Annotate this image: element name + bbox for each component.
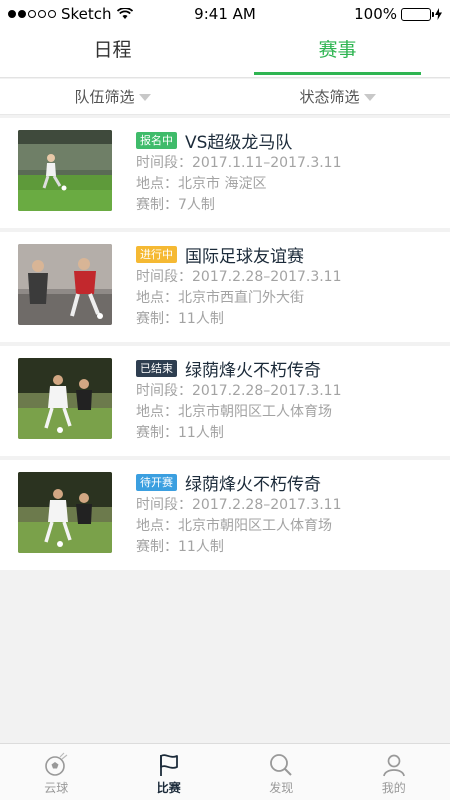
status-filter-label: 状态筛选 xyxy=(299,88,360,106)
status-right: 100% xyxy=(354,5,442,23)
search-icon xyxy=(225,752,338,778)
battery-icon xyxy=(401,7,434,21)
tab-schedule[interactable]: 日程 xyxy=(0,28,225,77)
tab-events[interactable]: 赛事 xyxy=(225,28,450,77)
event-period: 时间段：2017.2.28–2017.3.11 xyxy=(136,383,342,399)
bottom-nav: 云球 比赛 发现 我的 xyxy=(0,743,450,800)
caret-down-icon xyxy=(363,94,376,101)
event-title: VS超级龙马队 xyxy=(185,132,293,153)
event-info: 报名中 VS超级龙马队 时间段：2017.1.11–2017.3.11 地点：北… xyxy=(136,129,440,216)
event-period: 时间段：2017.2.28–2017.3.11 xyxy=(136,269,342,285)
event-card[interactable]: 已结束 绿荫烽火不朽传奇 时间段：2017.2.28–2017.3.11 地点：… xyxy=(0,346,450,456)
event-card[interactable]: 报名中 VS超级龙马队 时间段：2017.1.11–2017.3.11 地点：北… xyxy=(0,118,450,228)
event-format: 赛制：11人制 xyxy=(136,311,224,327)
event-info: 待开赛 绿荫烽火不朽传奇 时间段：2017.2.28–2017.3.11 地点：… xyxy=(136,471,440,558)
event-info: 进行中 国际足球友谊赛 时间段：2017.2.28–2017.3.11 地点：北… xyxy=(136,243,440,330)
filter-bar: 队伍筛选 状态筛选 xyxy=(0,79,450,115)
event-title: 绿荫烽火不朽传奇 xyxy=(185,474,321,495)
nav-item-discover[interactable]: 发现 xyxy=(225,744,338,800)
event-location: 地点：北京市 海淀区 xyxy=(136,176,267,192)
user-icon xyxy=(338,752,450,778)
event-list: 报名中 VS超级龙马队 时间段：2017.1.11–2017.3.11 地点：北… xyxy=(0,118,450,574)
event-location: 地点：北京市朝阳区工人体育场 xyxy=(136,404,332,420)
event-thumbnail xyxy=(18,244,112,325)
status-bar: Sketch 9:41 AM 100% xyxy=(0,0,450,28)
event-format: 赛制：7人制 xyxy=(136,197,215,213)
event-location: 地点：北京市西直门外大街 xyxy=(136,290,304,306)
team-filter-dropdown[interactable]: 队伍筛选 xyxy=(0,79,225,114)
team-filter-label: 队伍筛选 xyxy=(74,88,135,106)
status-badge: 进行中 xyxy=(136,245,177,263)
event-period: 时间段：2017.2.28–2017.3.11 xyxy=(136,497,342,513)
top-tabs: 日程 赛事 xyxy=(0,28,450,78)
nav-label: 我的 xyxy=(381,781,406,795)
event-card[interactable]: 待开赛 绿荫烽火不朽传奇 时间段：2017.2.28–2017.3.11 地点：… xyxy=(0,460,450,570)
event-thumbnail xyxy=(18,130,112,211)
event-period: 时间段：2017.1.11–2017.3.11 xyxy=(136,155,342,171)
status-badge: 待开赛 xyxy=(136,473,177,491)
charging-icon xyxy=(435,8,442,20)
nav-item-mine[interactable]: 我的 xyxy=(338,744,450,800)
event-info: 已结束 绿荫烽火不朽传奇 时间段：2017.2.28–2017.3.11 地点：… xyxy=(136,357,440,444)
nav-item-cloud-ball[interactable]: 云球 xyxy=(0,744,113,800)
flag-icon xyxy=(113,752,226,778)
event-thumbnail xyxy=(18,358,112,439)
event-format: 赛制：11人制 xyxy=(136,539,224,555)
nav-label: 发现 xyxy=(269,781,294,795)
status-filter-dropdown[interactable]: 状态筛选 xyxy=(225,79,450,114)
status-badge: 报名中 xyxy=(136,131,177,149)
nav-label: 云球 xyxy=(44,781,69,795)
event-card[interactable]: 进行中 国际足球友谊赛 时间段：2017.2.28–2017.3.11 地点：北… xyxy=(0,232,450,342)
soccer-ball-icon xyxy=(0,752,113,778)
event-location: 地点：北京市朝阳区工人体育场 xyxy=(136,518,332,534)
event-title: 绿荫烽火不朽传奇 xyxy=(185,360,321,381)
status-badge: 已结束 xyxy=(136,359,177,377)
event-title: 国际足球友谊赛 xyxy=(185,246,304,267)
event-format: 赛制：11人制 xyxy=(136,425,224,441)
nav-item-match[interactable]: 比赛 xyxy=(113,744,226,800)
battery-percent: 100% xyxy=(354,5,397,23)
nav-label: 比赛 xyxy=(156,781,181,795)
event-thumbnail xyxy=(18,472,112,553)
caret-down-icon xyxy=(138,94,151,101)
